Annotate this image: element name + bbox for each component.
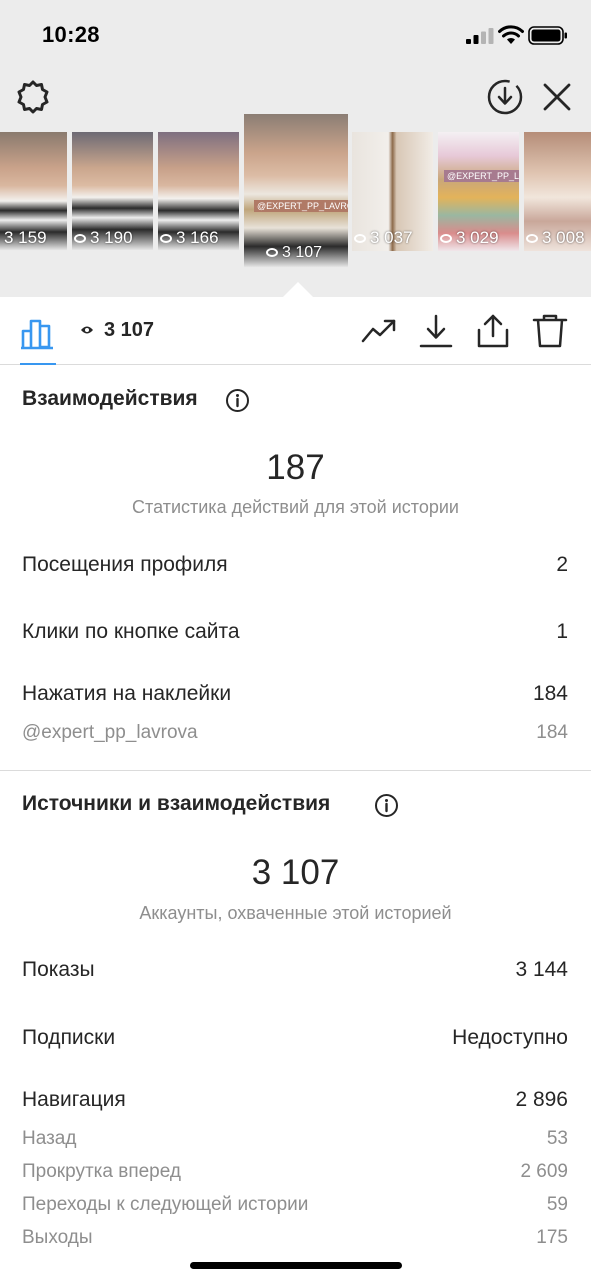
eye-icon (81, 326, 93, 334)
status-bar: 10:28 (0, 0, 591, 70)
back-label: Назад (22, 1128, 77, 1149)
sticker-mention-value: 184 (536, 722, 568, 743)
battery-icon (528, 26, 567, 45)
selected-story-pointer (282, 282, 314, 298)
navigation-label: Навигация (22, 1088, 126, 1111)
follows-label: Подписки (22, 1026, 116, 1049)
info-icon[interactable] (374, 793, 399, 818)
save-icon[interactable] (418, 313, 454, 349)
story-views: 3 190 (74, 228, 133, 248)
active-tab-indicator (20, 363, 56, 365)
navigation-value: 2 896 (515, 1088, 568, 1111)
eye-icon (74, 234, 86, 244)
impressions-value: 3 144 (515, 958, 568, 981)
website-clicks-value: 1 (556, 620, 568, 643)
eye-icon (266, 248, 278, 258)
story-overlay-tag: @EXPERT_PP_LAVROVA (254, 200, 348, 212)
eye-icon (160, 234, 172, 244)
exits-label: Выходы (22, 1227, 93, 1248)
story-overlay-tag: @EXPERT_PP_LAVROVA (444, 170, 519, 182)
story-views: 3 037 (354, 228, 413, 248)
story-thumbnail[interactable]: 3 008 (524, 132, 591, 251)
story-views: 3 166 (160, 228, 219, 248)
interactions-title: Взаимодействия (22, 387, 198, 410)
interactions-total: 187 (266, 448, 325, 487)
exits-value: 175 (536, 1227, 568, 1248)
home-indicator[interactable] (190, 1262, 402, 1269)
story-toolbar: 3 107 (0, 297, 591, 365)
wifi-icon (498, 25, 524, 44)
story-thumbnails-strip[interactable]: 3 159 3 190 3 166 @EXPERT_PP_LAVROVA 3 1… (0, 114, 591, 273)
download-icon[interactable] (486, 78, 524, 116)
section-divider (0, 770, 591, 771)
eye-icon (526, 234, 538, 244)
next-story-label: Переходы к следующей истории (22, 1194, 309, 1215)
follows-value: Недоступно (452, 1026, 568, 1049)
profile-visits-value: 2 (556, 553, 568, 576)
back-value: 53 (546, 1128, 568, 1149)
sticker-taps-value: 184 (532, 682, 568, 705)
accounts-reached-caption: Аккаунты, охваченные этой историей (139, 903, 452, 923)
story-views: 3 008 (526, 228, 585, 248)
story-views: 3 159 (4, 228, 47, 247)
story-thumbnail[interactable]: @EXPERT_PP_LAVROVA 3 029 (438, 132, 519, 251)
share-icon[interactable] (475, 313, 511, 349)
website-clicks-label: Клики по кнопке сайта (22, 620, 240, 643)
story-thumbnail[interactable]: 3 166 (158, 132, 239, 251)
next-story-value: 59 (546, 1194, 568, 1215)
story-views: 3 029 (440, 228, 499, 248)
settings-icon[interactable] (14, 78, 52, 116)
status-time: 10:28 (42, 22, 100, 47)
impressions-label: Показы (22, 958, 95, 981)
eye-icon (440, 234, 452, 244)
story-thumbnail[interactable]: 3 037 (352, 132, 433, 251)
sticker-mention-label: @expert_pp_lavrova (22, 722, 198, 743)
sticker-taps-label: Нажатия на наклейки (22, 682, 232, 705)
profile-visits-label: Посещения профиля (22, 553, 228, 576)
close-icon[interactable] (540, 80, 574, 114)
trash-icon[interactable] (532, 313, 568, 349)
forward-value: 2 609 (520, 1161, 568, 1182)
signal-icon (466, 28, 494, 44)
discovery-title: Источники и взаимодействия (22, 792, 331, 815)
interactions-caption: Статистика действий для этой истории (132, 497, 459, 517)
story-thumbnail[interactable]: 3 190 (72, 132, 153, 251)
info-icon[interactable] (225, 388, 250, 413)
views-counter: 3 107 (80, 319, 154, 342)
bar-chart-icon[interactable] (20, 314, 56, 350)
accounts-reached-total: 3 107 (251, 853, 340, 892)
trending-icon[interactable] (361, 313, 397, 349)
stories-header: 10:28 3 159 3 190 3 166 @EXPERT_PP_LAVR … (0, 0, 591, 297)
story-views: 3 107 (266, 244, 322, 262)
story-thumbnail-selected[interactable]: @EXPERT_PP_LAVROVA 3 107 (244, 114, 348, 268)
eye-icon (354, 234, 366, 244)
story-thumbnail[interactable]: 3 159 (0, 132, 67, 251)
forward-label: Прокрутка вперед (22, 1161, 181, 1182)
